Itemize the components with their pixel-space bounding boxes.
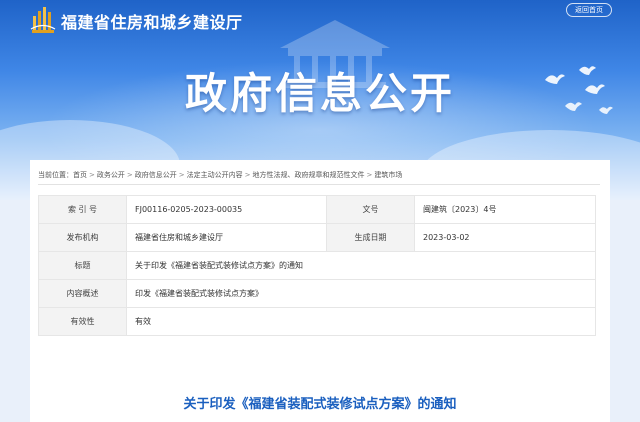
table-row: 索 引 号 FJ00116-0205-2023-00035 文号 闽建筑〔202…: [38, 195, 596, 224]
breadcrumb-divider: [38, 184, 600, 185]
index-number-value: FJ00116-0205-2023-00035: [126, 195, 327, 224]
breadcrumb-item-regulations[interactable]: 地方性法规、政府规章和规范性文件: [253, 171, 365, 179]
summary-value: 印发《福建省装配式装修试点方案》: [126, 279, 596, 308]
breadcrumb-separator: >: [366, 171, 373, 179]
summary-label: 内容概述: [38, 279, 127, 308]
breadcrumb-item-gov-affairs[interactable]: 政务公开: [97, 171, 125, 179]
breadcrumb-separator: >: [178, 171, 185, 179]
validity-label: 有效性: [38, 307, 127, 336]
breadcrumb: 当前位置：首页 > 政务公开 > 政府信息公开 > 法定主动公开内容 > 地方性法规、政府规章和…: [38, 170, 402, 180]
table-row: 标题 关于印发《福建省装配式装修试点方案》的通知: [38, 251, 596, 280]
breadcrumb-prefix: 当前位置：: [38, 171, 73, 179]
breadcrumb-item-statutory-content[interactable]: 法定主动公开内容: [187, 171, 243, 179]
breadcrumb-separator: >: [89, 171, 95, 179]
title-value: 关于印发《福建省装配式装修试点方案》的通知: [126, 251, 596, 280]
dove-icon: [545, 66, 613, 114]
document-number-value: 闽建筑〔2023〕4号: [414, 195, 596, 224]
issuer-label: 发布机构: [38, 223, 127, 252]
building-logo-icon: [30, 7, 56, 33]
index-number-label: 索 引 号: [38, 195, 127, 224]
table-row: 发布机构 福建省住房和城乡建设厅 生成日期 2023-03-02: [38, 223, 596, 252]
breadcrumb-item-construction-market[interactable]: 建筑市场: [374, 171, 402, 179]
document-number-label: 文号: [326, 195, 415, 224]
breadcrumb-separator: >: [126, 171, 133, 179]
breadcrumb-separator: >: [244, 171, 251, 179]
table-row: 内容概述 印发《福建省装配式装修试点方案》: [38, 279, 596, 308]
return-home-button[interactable]: 返回首页: [566, 3, 612, 17]
date-label: 生成日期: [326, 223, 415, 252]
issuer-value: 福建省住房和城乡建设厅: [126, 223, 327, 252]
article-title: 关于印发《福建省装配式装修试点方案》的通知: [183, 397, 457, 412]
document-metadata-table: 索 引 号 FJ00116-0205-2023-00035 文号 闽建筑〔202…: [38, 195, 596, 336]
breadcrumb-item-info-disclosure[interactable]: 政府信息公开: [135, 171, 177, 179]
breadcrumb-item-home[interactable]: 首页: [73, 171, 87, 179]
table-row: 有效性 有效: [38, 307, 596, 336]
site-title[interactable]: 福建省住房和城乡建设厅: [61, 9, 243, 33]
title-label: 标题: [38, 251, 127, 280]
date-value: 2023-03-02: [414, 223, 596, 252]
validity-value: 有效: [126, 307, 596, 336]
